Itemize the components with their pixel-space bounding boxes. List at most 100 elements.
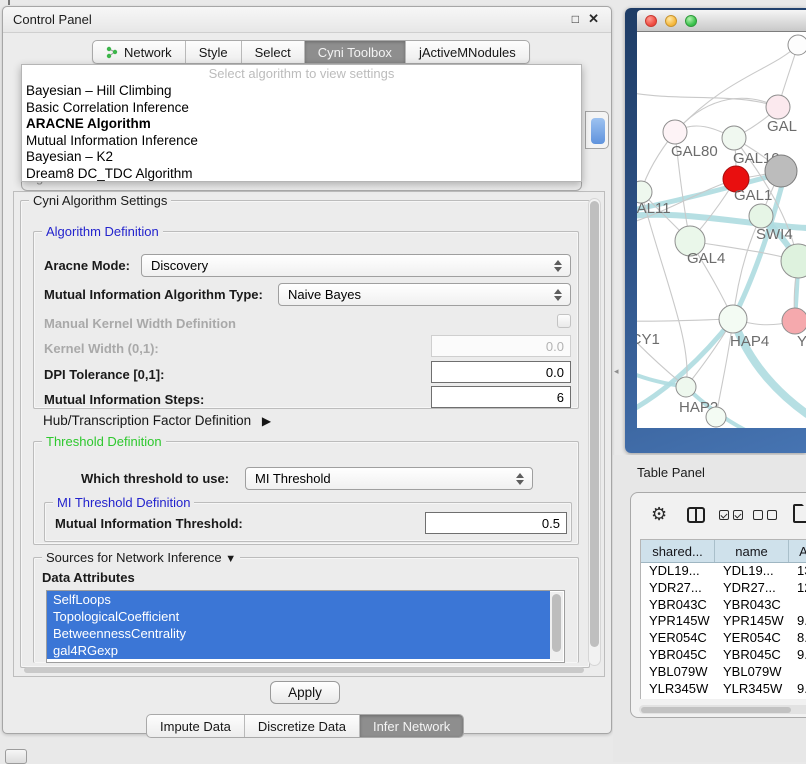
- minimize-window-button[interactable]: [665, 15, 677, 27]
- cell[interactable]: [789, 597, 806, 614]
- cell[interactable]: YDR27...: [641, 580, 715, 597]
- columns-icon[interactable]: [687, 507, 705, 523]
- list-item-gal4rgexp[interactable]: gal4RGexp: [47, 642, 550, 659]
- cell[interactable]: YIL052C: [641, 697, 715, 699]
- table-row[interactable]: YDL19... YDL19... 13: [641, 563, 806, 580]
- network-edge[interactable]: [641, 192, 687, 387]
- network-node-y[interactable]: [782, 308, 806, 334]
- settings-scrollbar-thumb[interactable]: [590, 201, 599, 647]
- dropdown-item-bayesian-hill-climbing[interactable]: Bayesian – Hill Climbing: [22, 83, 581, 100]
- network-node-swi4[interactable]: [749, 204, 773, 228]
- table-horizontal-scrollbar[interactable]: [639, 705, 806, 714]
- list-scrollbar[interactable]: [550, 592, 563, 661]
- dpi-tolerance-field[interactable]: 0.0: [431, 361, 571, 383]
- cell[interactable]: YIL052C: [715, 697, 789, 699]
- cell[interactable]: YBL079W: [715, 664, 789, 681]
- cell[interactable]: 9.: [789, 681, 806, 698]
- cell[interactable]: YER054C: [641, 630, 715, 647]
- close-window-button[interactable]: [645, 15, 657, 27]
- cell[interactable]: 12: [789, 580, 806, 597]
- cell[interactable]: 8.: [789, 630, 806, 647]
- network-canvas[interactable]: GALGAL80GAL10GAL1GAL11GAL4SWI4GCY1HAP4YH…: [637, 32, 806, 428]
- table-row[interactable]: YLR345W YLR345W 9.: [641, 681, 806, 698]
- tab-discretize-data[interactable]: Discretize Data: [245, 715, 360, 737]
- table-scrollbar-thumb[interactable]: [641, 707, 791, 713]
- tab-jactivemnodules[interactable]: jActiveMNodules: [406, 41, 529, 63]
- tab-style[interactable]: Style: [186, 41, 242, 63]
- mi-threshold-field[interactable]: 0.5: [425, 512, 567, 534]
- settings-vertical-scrollbar[interactable]: [588, 198, 601, 666]
- tab-network[interactable]: Network: [93, 41, 186, 63]
- table-row[interactable]: YBR043C YBR043C: [641, 597, 806, 614]
- float-panel-icon[interactable]: □: [572, 12, 579, 26]
- cell[interactable]: 9.: [789, 647, 806, 664]
- cell[interactable]: YDL19...: [641, 563, 715, 580]
- obscured-spinner-fragment[interactable]: [585, 111, 609, 149]
- close-panel-icon[interactable]: ✕: [588, 11, 599, 27]
- tab-select[interactable]: Select: [242, 41, 305, 63]
- zoom-window-button[interactable]: [685, 15, 697, 27]
- column-header-shared-name[interactable]: shared...: [641, 540, 715, 562]
- cell[interactable]: YDR27...: [715, 580, 789, 597]
- divider-handle-icon[interactable]: ◂: [614, 366, 619, 377]
- tab-infer-network[interactable]: Infer Network: [360, 715, 463, 737]
- cell[interactable]: 13: [789, 563, 806, 580]
- table-row[interactable]: YDR27... YDR27... 12: [641, 580, 806, 597]
- cell[interactable]: YBR045C: [715, 647, 789, 664]
- list-item-topologicalcoefficient[interactable]: TopologicalCoefficient: [47, 608, 550, 625]
- cell[interactable]: YLR345W: [641, 681, 715, 698]
- column-header-name[interactable]: name: [715, 540, 789, 562]
- network-node[interactable]: [765, 155, 797, 187]
- dropdown-item-mutual-information[interactable]: Mutual Information Inference: [22, 133, 581, 150]
- column-header-clipped[interactable]: A: [789, 540, 806, 562]
- cell[interactable]: YDL19...: [715, 563, 789, 580]
- network-node-hap2[interactable]: [676, 377, 696, 397]
- cell[interactable]: YPR145W: [715, 613, 789, 630]
- which-threshold-combobox[interactable]: MI Threshold: [245, 467, 533, 490]
- apply-button[interactable]: Apply: [270, 681, 340, 704]
- manual-kernel-checkbox[interactable]: [557, 314, 571, 328]
- cell[interactable]: [789, 664, 806, 681]
- network-node[interactable]: [788, 35, 806, 55]
- aracne-mode-combobox[interactable]: Discovery: [141, 254, 571, 277]
- network-node-gal10[interactable]: [722, 126, 746, 150]
- network-node[interactable]: [781, 244, 806, 278]
- cell[interactable]: YBR045C: [641, 647, 715, 664]
- list-item-selfloops[interactable]: SelfLoops: [47, 591, 550, 608]
- unselect-all-checkboxes-icon[interactable]: [753, 510, 777, 520]
- cell[interactable]: YBR043C: [641, 597, 715, 614]
- cell[interactable]: 9: [789, 697, 806, 699]
- tab-cyni-toolbox[interactable]: Cyni Toolbox: [305, 41, 406, 63]
- mi-steps-field[interactable]: 6: [431, 386, 571, 408]
- mi-algorithm-type-combobox[interactable]: Naive Bayes: [278, 283, 571, 306]
- dropdown-item-basic-correlation[interactable]: Basic Correlation Inference: [22, 100, 581, 117]
- table-row[interactable]: YIL052C YIL052C 9: [641, 697, 806, 699]
- select-all-checkboxes-icon[interactable]: [719, 510, 743, 520]
- dropdown-item-aracne[interactable]: ARACNE Algorithm: [22, 116, 581, 133]
- cell[interactable]: 9.: [789, 613, 806, 630]
- settings-horizontal-scrollbar[interactable]: [24, 667, 584, 673]
- table-row[interactable]: YBR045C YBR045C 9.: [641, 647, 806, 664]
- dropdown-item-bayesian-k2[interactable]: Bayesian – K2: [22, 149, 581, 166]
- cell[interactable]: YER054C: [715, 630, 789, 647]
- list-item-betweennesscentrality[interactable]: BetweennessCentrality: [47, 625, 550, 642]
- new-table-icon[interactable]: [793, 504, 806, 523]
- network-window-titlebar[interactable]: [637, 10, 806, 32]
- kernel-width-field[interactable]: 0.0: [431, 335, 571, 357]
- network-node-gal80[interactable]: [663, 120, 687, 144]
- gear-icon[interactable]: ⚙: [651, 505, 667, 523]
- dropdown-item-dream8[interactable]: Dream8 DC_TDC Algorithm: [22, 166, 581, 183]
- tab-impute-data[interactable]: Impute Data: [147, 715, 245, 737]
- network-node[interactable]: [706, 407, 726, 427]
- list-scrollbar-thumb[interactable]: [552, 594, 561, 652]
- control-panel-titlebar[interactable]: Control Panel □ ✕: [3, 7, 611, 33]
- hub-definition-toggle[interactable]: Hub/Transcription Factor Definition ▶: [43, 413, 271, 428]
- cell[interactable]: YLR345W: [715, 681, 789, 698]
- network-node-hap4[interactable]: [719, 305, 747, 333]
- table-row[interactable]: YER054C YER054C 8.: [641, 630, 806, 647]
- table-row[interactable]: YBL079W YBL079W: [641, 664, 806, 681]
- cell[interactable]: YBR043C: [715, 597, 789, 614]
- network-node-gal[interactable]: [766, 95, 790, 119]
- cell[interactable]: YPR145W: [641, 613, 715, 630]
- sources-toggle[interactable]: Sources for Network Inference ▼: [42, 550, 240, 565]
